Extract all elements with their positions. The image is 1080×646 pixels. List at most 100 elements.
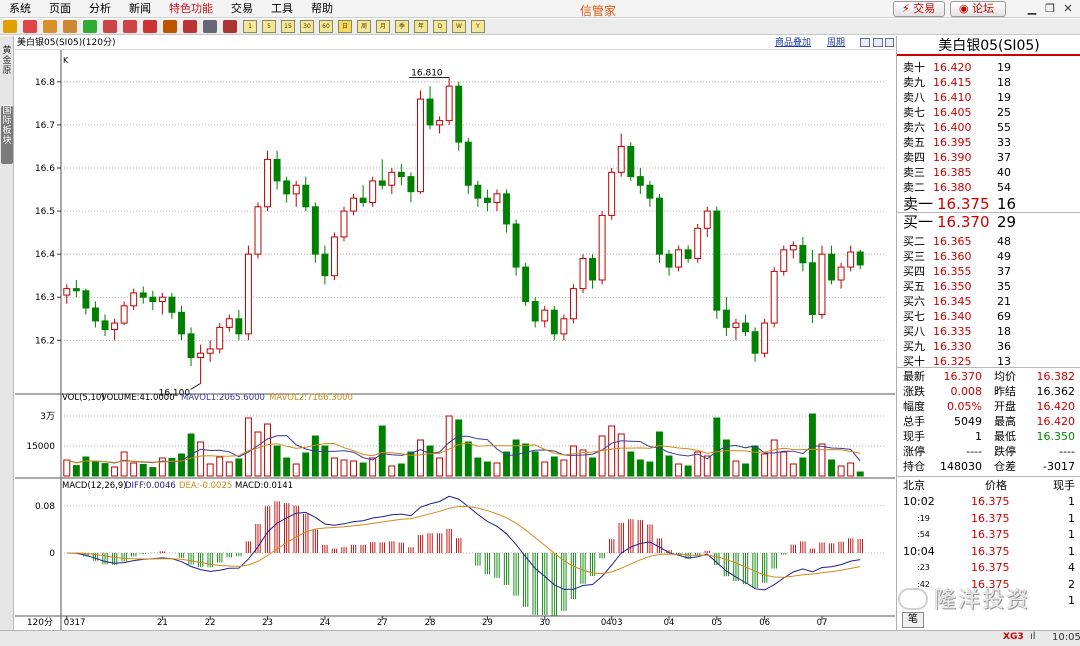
period-button[interactable]: 15 bbox=[281, 20, 295, 33]
menu-item[interactable]: 页面 bbox=[40, 0, 80, 18]
layout-icon[interactable] bbox=[873, 38, 883, 47]
date-label: 05 bbox=[711, 618, 722, 628]
volume-bar bbox=[837, 465, 845, 477]
stat-value: 16.420 bbox=[1036, 400, 1076, 413]
period-button[interactable]: D bbox=[433, 20, 447, 33]
period-button[interactable]: W bbox=[452, 20, 466, 33]
side-tab-international[interactable]: 国际板块 bbox=[1, 106, 13, 164]
signal-icon: ıl bbox=[1030, 631, 1036, 642]
chart-area[interactable]: 16.8 16.7 16.6 16.5 16.4 16.3 16.2 K 16.810 16.10… bbox=[15, 36, 895, 630]
forum-button[interactable]: ◉ 论坛 bbox=[950, 1, 1006, 17]
filter-icon[interactable] bbox=[183, 20, 197, 33]
menu-item[interactable]: 帮助 bbox=[302, 0, 342, 18]
volume-bar bbox=[808, 413, 816, 477]
zoom-in-icon[interactable] bbox=[103, 20, 117, 33]
candle-body bbox=[799, 245, 807, 264]
bid-row[interactable]: 买六 16.345 21 bbox=[901, 294, 1077, 309]
ask-row[interactable]: 卖三 16.385 40 bbox=[901, 165, 1077, 180]
date-label: 24 bbox=[319, 618, 330, 628]
period-button[interactable]: 周 bbox=[357, 20, 371, 33]
bid-volume: 18 bbox=[997, 325, 1011, 338]
ask-row[interactable]: 卖五 16.395 33 bbox=[901, 135, 1077, 150]
maximize-icon[interactable]: ❐ bbox=[1042, 1, 1058, 16]
menu-item[interactable]: 工具 bbox=[262, 0, 302, 18]
bid-volume: 48 bbox=[997, 235, 1011, 248]
stat-value: ---- bbox=[1059, 445, 1075, 458]
period-button[interactable]: 30 bbox=[300, 20, 314, 33]
ask-row[interactable]: 卖七 16.405 25 bbox=[901, 105, 1077, 120]
chart-icon[interactable] bbox=[223, 20, 237, 33]
stat-value: 16.420 bbox=[1036, 415, 1076, 428]
period-button[interactable]: Y bbox=[471, 20, 485, 33]
paint-icon[interactable] bbox=[163, 20, 177, 33]
candle-body bbox=[130, 292, 138, 307]
zoom-out-icon[interactable] bbox=[123, 20, 137, 33]
period-button[interactable]: 1 bbox=[243, 20, 257, 33]
close-icon[interactable]: ✕ bbox=[1060, 1, 1076, 16]
candle-body bbox=[684, 249, 692, 259]
bid-row[interactable]: 买九 16.330 36 bbox=[901, 339, 1077, 354]
volume-bar bbox=[63, 459, 71, 477]
candle-body bbox=[254, 206, 262, 255]
back-arrow-icon[interactable] bbox=[3, 20, 17, 33]
period-link[interactable]: 周期 bbox=[827, 36, 845, 50]
bid-row[interactable]: 买三 16.360 49 bbox=[901, 249, 1077, 264]
table-icon[interactable] bbox=[203, 20, 217, 33]
menu-item[interactable]: 特色功能 bbox=[160, 0, 222, 18]
ask-row[interactable]: 卖八 16.410 19 bbox=[901, 90, 1077, 105]
period-button[interactable]: 年 bbox=[414, 20, 428, 33]
volume-bar bbox=[828, 459, 836, 477]
bid-price: 16.335 bbox=[933, 325, 972, 338]
candle-body bbox=[359, 197, 367, 203]
bid-row[interactable]: 买四 16.355 37 bbox=[901, 264, 1077, 279]
candle-body bbox=[675, 249, 683, 268]
candle-body bbox=[847, 251, 855, 268]
kline-chart[interactable]: 16.816.716.616.516.416.316.2K16.81016.10… bbox=[15, 36, 895, 630]
volume-bar bbox=[330, 457, 338, 477]
period-button[interactable]: 日 bbox=[338, 20, 352, 33]
period-button[interactable]: 季 bbox=[395, 20, 409, 33]
ask-row[interactable]: 卖四 16.390 37 bbox=[901, 150, 1077, 165]
bid-row[interactable]: 买一 16.370 29 bbox=[901, 215, 1077, 230]
volume-bar bbox=[436, 457, 444, 477]
bid-row[interactable]: 买五 16.350 35 bbox=[901, 279, 1077, 294]
period-button[interactable]: 月 bbox=[376, 20, 390, 33]
minimize-icon[interactable]: ▁ bbox=[1024, 1, 1040, 16]
stat-row: 涨跌 0.008 昨结 16.362 bbox=[901, 384, 1077, 399]
refresh-icon[interactable] bbox=[83, 20, 97, 33]
volume-bar bbox=[235, 458, 243, 477]
home-icon[interactable] bbox=[23, 20, 37, 33]
menu-item[interactable]: 分析 bbox=[80, 0, 120, 18]
bid-row[interactable]: 买七 16.340 69 bbox=[901, 309, 1077, 324]
period-button[interactable]: 60 bbox=[319, 20, 333, 33]
period-button[interactable]: 5 bbox=[262, 20, 276, 33]
menu-item[interactable]: 系统 bbox=[0, 0, 40, 18]
bid-row[interactable]: 买二 16.365 48 bbox=[901, 234, 1077, 249]
menu-item[interactable]: 新闻 bbox=[120, 0, 160, 18]
volume-bar bbox=[72, 465, 80, 477]
ask-row[interactable]: 卖六 16.400 55 bbox=[901, 120, 1077, 135]
status-time: 10:05 bbox=[1052, 632, 1080, 643]
ask-row[interactable]: 卖一 16.375 16 bbox=[901, 197, 1077, 212]
volume-bar bbox=[426, 445, 434, 477]
trade-button[interactable]: ⚡ 交易 bbox=[893, 1, 945, 17]
ask-price: 16.415 bbox=[933, 76, 972, 89]
ask-row[interactable]: 卖二 16.380 54 bbox=[901, 180, 1077, 195]
stat-label: 持仓 bbox=[903, 460, 925, 473]
pen-icon[interactable] bbox=[143, 20, 157, 33]
overlay-link[interactable]: 商品叠加 bbox=[775, 36, 811, 50]
stat-value: 16.370 bbox=[943, 370, 983, 383]
layout-icon[interactable] bbox=[885, 38, 894, 47]
candle-body bbox=[503, 193, 510, 225]
news-icon[interactable] bbox=[63, 20, 77, 33]
bid-row[interactable]: 买八 16.335 18 bbox=[901, 324, 1077, 339]
side-tab-gold[interactable]: 黄金原 bbox=[1, 46, 13, 76]
ask-row[interactable]: 卖十 16.420 19 bbox=[901, 60, 1077, 75]
ask-row[interactable]: 卖九 16.415 18 bbox=[901, 75, 1077, 90]
ticks-tab[interactable]: 笔 bbox=[902, 612, 924, 628]
layout-icon[interactable] bbox=[860, 38, 870, 47]
menu-item[interactable]: 交易 bbox=[222, 0, 262, 18]
volume-bar bbox=[856, 471, 864, 477]
volume-bar bbox=[847, 462, 855, 477]
folder-icon[interactable] bbox=[43, 20, 57, 33]
